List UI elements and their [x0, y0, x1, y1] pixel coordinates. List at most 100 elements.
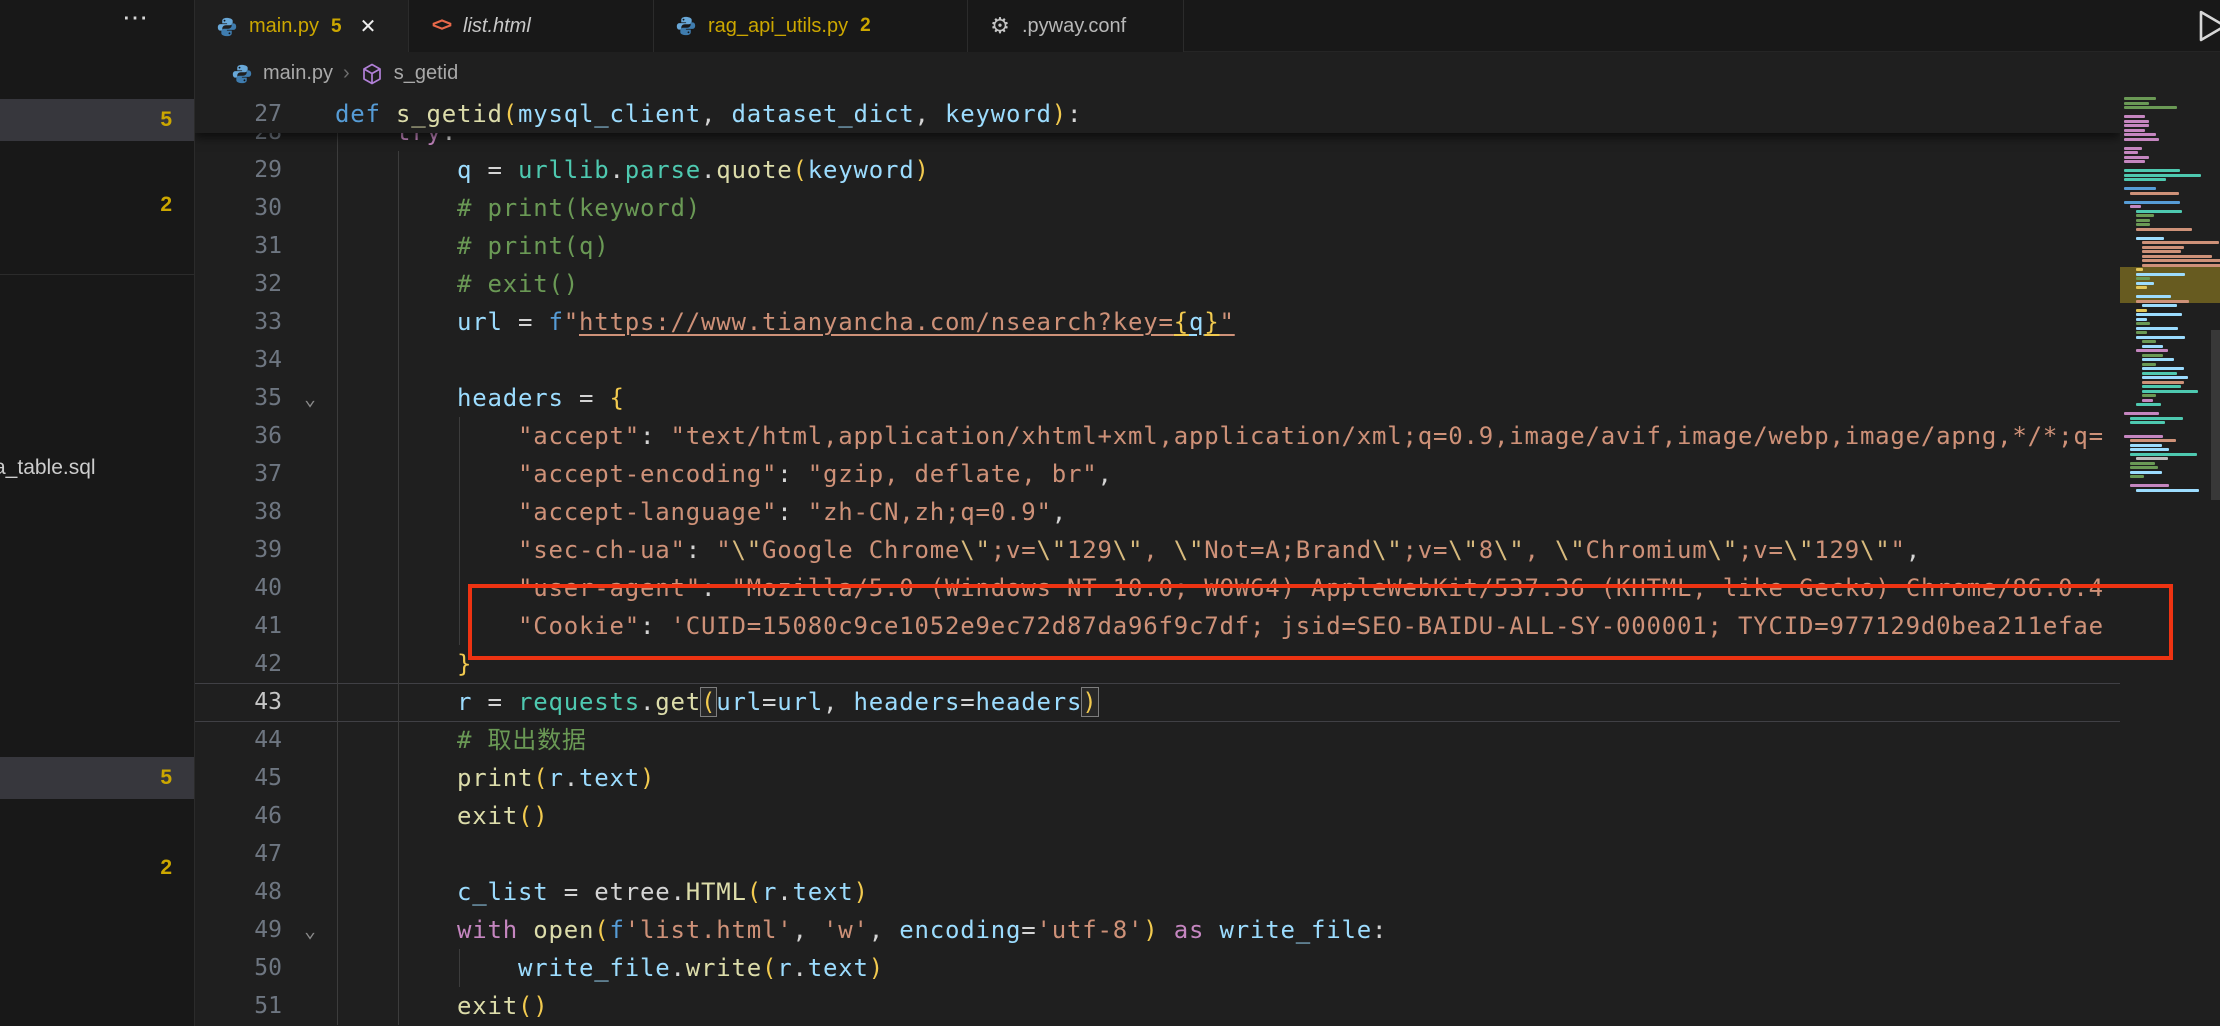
- minimap-line: [2142, 358, 2174, 361]
- code-text: url = f"https://www.tianyancha.com/nsear…: [335, 303, 1235, 341]
- line-number: 27: [215, 95, 282, 133]
- line-number: 50: [215, 949, 282, 987]
- run-python-file-button[interactable]: [2193, 8, 2220, 44]
- minimap-line: [2142, 340, 2156, 343]
- tab-label: list.html: [463, 15, 531, 38]
- minimap-line: [2124, 151, 2138, 154]
- breadcrumb-symbol[interactable]: s_getid: [394, 62, 459, 85]
- minimap-line: [2142, 255, 2212, 258]
- breadcrumb-file[interactable]: main.py: [263, 62, 333, 85]
- code-line-32[interactable]: 32 # exit(): [195, 265, 2120, 303]
- minimap-line: [2142, 381, 2184, 384]
- line-number: 48: [215, 873, 282, 911]
- line-number: 51: [215, 987, 282, 1025]
- tree-item-a-table-sql[interactable]: a_table.sql: [0, 456, 96, 480]
- minimap-line: [2124, 124, 2149, 127]
- minimap-line: [2142, 354, 2163, 357]
- tab-warning-badge: 5: [331, 16, 342, 38]
- open-editor-item-rag[interactable]: 2: [0, 184, 194, 226]
- minimap-line: [2142, 246, 2184, 249]
- line-number: 29: [215, 151, 282, 189]
- symbol-cube-icon: [360, 62, 384, 86]
- open-editor-item-main[interactable]: 5: [0, 99, 194, 141]
- tab-warning-badge: 2: [860, 15, 871, 37]
- minimap-line: [2130, 421, 2165, 424]
- code-line-46[interactable]: 46 exit(): [195, 797, 2120, 835]
- code-line-47[interactable]: 47: [195, 835, 2120, 873]
- tab-list-html[interactable]: <> list.html: [409, 0, 654, 52]
- vertical-scrollbar[interactable]: [2211, 330, 2220, 500]
- code-line-30[interactable]: 30 # print(keyword): [195, 189, 2120, 227]
- html-icon: <>: [429, 14, 453, 38]
- minimap-line: [2136, 219, 2150, 222]
- chevron-right-icon: ›: [343, 62, 350, 85]
- line-number: 41: [215, 607, 282, 645]
- code-line-44[interactable]: 44 # 取出数据: [195, 721, 2120, 759]
- minimap-line: [2136, 237, 2164, 240]
- minimap-line: [2142, 385, 2181, 388]
- minimap-line: [2124, 201, 2180, 204]
- line-number: 39: [215, 531, 282, 569]
- minimap-line: [2130, 471, 2162, 474]
- code-line-31[interactable]: 31 # print(q): [195, 227, 2120, 265]
- tab-rag-api-utils-py[interactable]: rag_api_utils.py2: [654, 0, 968, 52]
- line-number: 31: [215, 227, 282, 265]
- close-icon[interactable]: ✕: [360, 14, 377, 39]
- more-actions-icon[interactable]: ⋯: [122, 2, 150, 33]
- tab-main-py[interactable]: main.py5✕: [195, 0, 409, 53]
- code-line-36[interactable]: 36 "accept": "text/html,application/xhtm…: [195, 417, 2120, 455]
- minimap-line: [2142, 241, 2219, 244]
- minimap-line: [2142, 304, 2177, 307]
- minimap-line: [2136, 457, 2168, 460]
- code-line-43[interactable]: 43 r = requests.get(url=url, headers=hea…: [195, 683, 2120, 721]
- code-line-50[interactable]: 50 write_file.write(r.text): [195, 949, 2120, 987]
- code-editor[interactable]: 28 try:29 q = urllib.parse.quote(keyword…: [195, 95, 2120, 1026]
- code-line-35[interactable]: 35⌄ headers = {: [195, 379, 2120, 417]
- code-line-33[interactable]: 33 url = f"https://www.tianyancha.com/ns…: [195, 303, 2120, 341]
- line-number: 45: [215, 759, 282, 797]
- code-line-38[interactable]: 38 "accept-language": "zh-CN,zh;q=0.9",: [195, 493, 2120, 531]
- tab-label: .pyway.conf: [1022, 15, 1126, 38]
- sticky-scroll-line[interactable]: 27def s_getid(mysql_client, dataset_dict…: [195, 95, 2120, 133]
- editor-tab-bar: main.py5✕<>list.htmlrag_api_utils.py2⚙.p…: [195, 0, 2220, 52]
- minimap-line: [2142, 250, 2181, 253]
- code-line-34[interactable]: 34: [195, 341, 2120, 379]
- minimap-line: [2124, 174, 2201, 177]
- code-line-51[interactable]: 51 exit(): [195, 987, 2120, 1025]
- fold-chevron-icon[interactable]: ⌄: [293, 911, 327, 949]
- code-text: # print(q): [335, 227, 610, 265]
- line-number: 33: [215, 303, 282, 341]
- minimap[interactable]: [2120, 95, 2220, 1026]
- minimap-line: [2136, 300, 2189, 303]
- fold-chevron-icon[interactable]: ⌄: [293, 379, 327, 417]
- tab--pyway-conf[interactable]: ⚙.pyway.conf: [968, 0, 1184, 52]
- minimap-line: [2124, 178, 2166, 181]
- code-line-37[interactable]: 37 "accept-encoding": "gzip, deflate, br…: [195, 455, 2120, 493]
- code-line-49[interactable]: 49⌄ with open(f'list.html', 'w', encodin…: [195, 911, 2120, 949]
- minimap-line: [2130, 475, 2144, 478]
- code-text: # print(keyword): [335, 189, 701, 227]
- tree-item-main-py[interactable]: 5: [0, 757, 194, 799]
- minimap-line: [2124, 169, 2180, 172]
- minimap-line: [2136, 282, 2154, 285]
- tree-item-rag-py[interactable]: 2: [0, 847, 194, 889]
- code-line-45[interactable]: 45 print(r.text): [195, 759, 2120, 797]
- indent-guide: [337, 341, 338, 379]
- minimap-line: [2136, 403, 2161, 406]
- line-number: 32: [215, 265, 282, 303]
- code-line-39[interactable]: 39 "sec-ch-ua": "\"Google Chrome\";v=\"1…: [195, 531, 2120, 569]
- line-number: 47: [215, 835, 282, 873]
- line-number: 37: [215, 455, 282, 493]
- code-text: "sec-ch-ua": "\"Google Chrome\";v=\"129\…: [335, 531, 1921, 569]
- minimap-line: [2136, 309, 2147, 312]
- code-text: c_list = etree.HTML(r.text): [335, 873, 869, 911]
- breadcrumb: main.py › s_getid: [195, 52, 2120, 95]
- minimap-line: [2142, 376, 2188, 379]
- code-line-48[interactable]: 48 c_list = etree.HTML(r.text): [195, 873, 2120, 911]
- code-text: exit(): [335, 797, 549, 835]
- line-number: 40: [215, 569, 282, 607]
- warning-count-badge: 5: [160, 108, 172, 132]
- code-text: exit(): [335, 987, 549, 1025]
- code-line-29[interactable]: 29 q = urllib.parse.quote(keyword): [195, 151, 2120, 189]
- minimap-line: [2130, 417, 2183, 420]
